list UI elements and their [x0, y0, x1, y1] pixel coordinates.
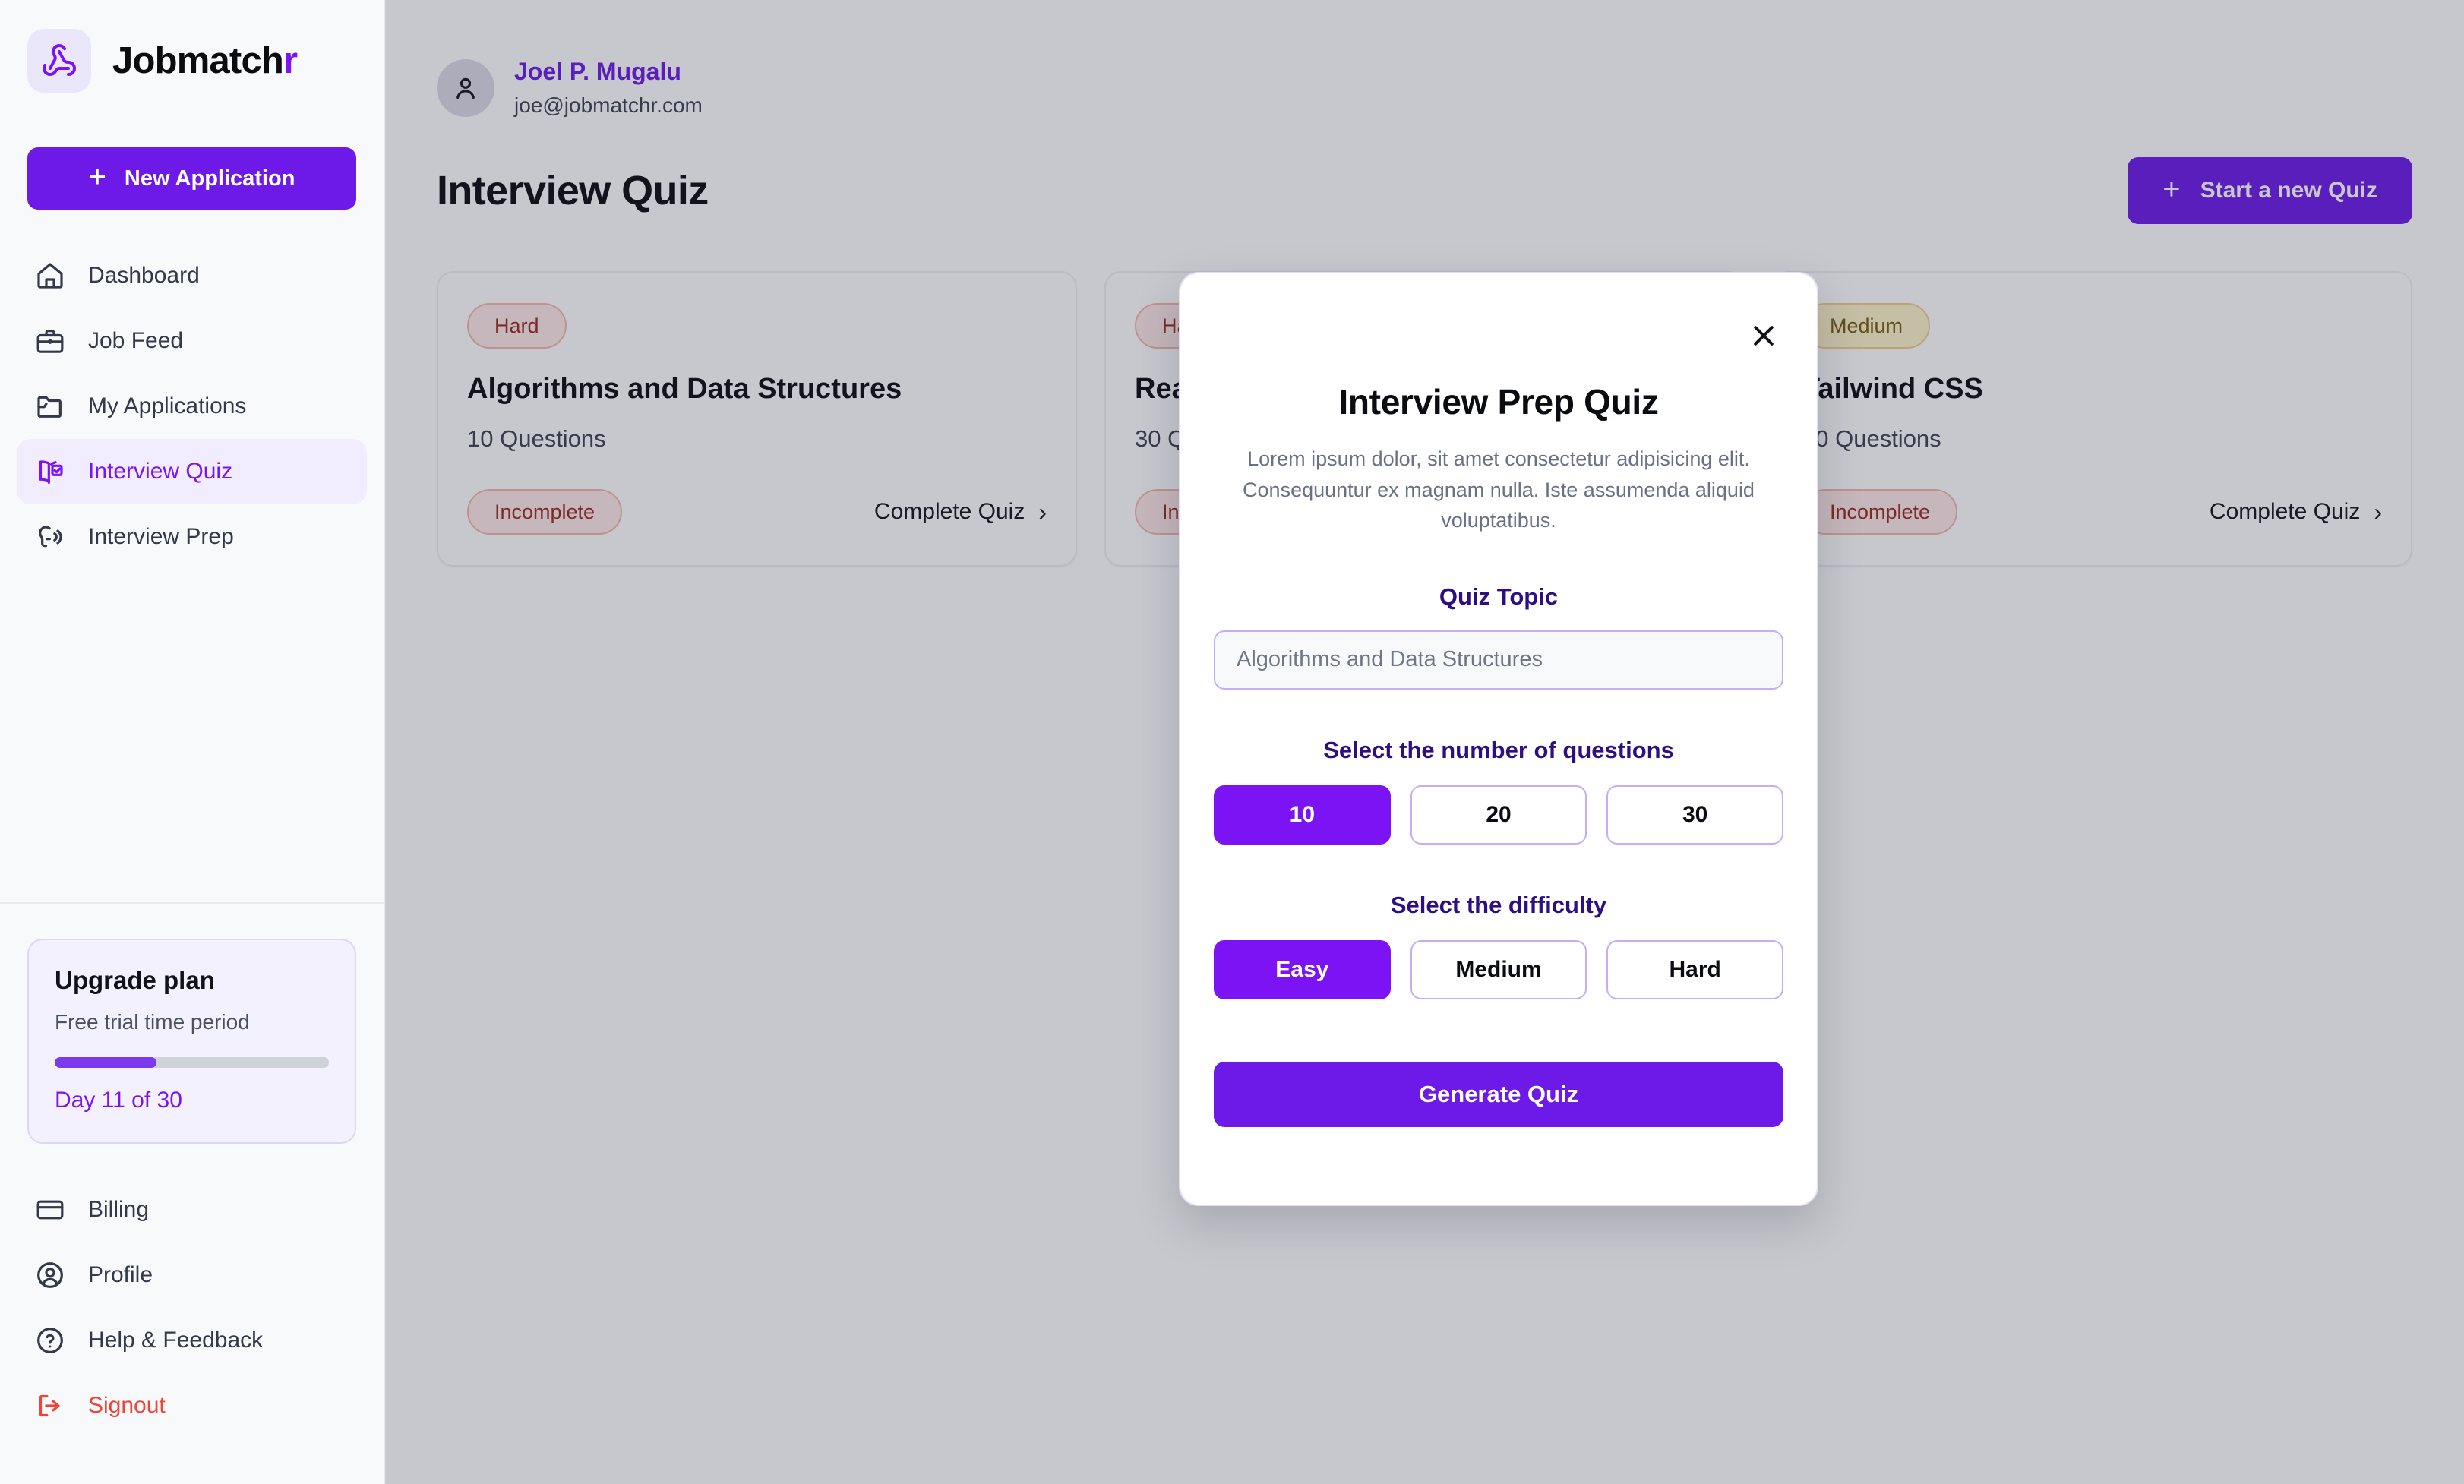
new-application-label: New Application [124, 166, 295, 191]
sidebar-item-my-applications[interactable]: My Applications [17, 374, 367, 439]
question-circle-icon [33, 1324, 67, 1357]
trial-progress-fill [55, 1057, 156, 1068]
upgrade-plan-title: Upgrade plan [55, 966, 215, 994]
brand-name: Jobmatchr [112, 39, 298, 82]
logout-icon [33, 1389, 67, 1422]
book-check-icon [33, 455, 67, 488]
close-icon[interactable] [1745, 317, 1782, 354]
quiz-topic-input[interactable] [1214, 630, 1783, 690]
difficulty-label: Select the difficulty [1390, 891, 1607, 918]
difficulty-option-easy[interactable]: Easy [1214, 939, 1391, 999]
difficulty-option-medium[interactable]: Medium [1410, 939, 1587, 999]
primary-nav: Dashboard Job Feed My Applications Inter… [0, 243, 384, 570]
sidebar-item-label: Signout [88, 1393, 166, 1418]
question-count-label: Select the number of questions [1323, 736, 1674, 763]
sidebar-item-label: Interview Quiz [88, 459, 233, 484]
speech-listen-icon [33, 520, 67, 554]
brand-name-main: Jobmatch [112, 40, 284, 81]
folder-open-icon [33, 390, 67, 423]
difficulty-option-hard[interactable]: Hard [1606, 939, 1784, 999]
trial-progress-bar [55, 1057, 329, 1068]
sidebar-item-profile[interactable]: Profile [17, 1242, 367, 1308]
quiz-topic-label: Quiz Topic [1439, 583, 1559, 610]
sidebar-item-billing[interactable]: Billing [17, 1177, 367, 1242]
sidebar-item-label: Help & Feedback [88, 1328, 264, 1353]
trial-day-label: Day 11 of 30 [55, 1088, 182, 1113]
sidebar-item-label: Profile [88, 1262, 153, 1287]
brand-name-accent: r [283, 40, 298, 81]
question-count-options: 10 20 30 [1214, 785, 1784, 845]
interview-prep-quiz-modal: Interview Prep Quiz Lorem ipsum dolor, s… [1179, 272, 1818, 1206]
briefcase-icon [33, 324, 67, 358]
sidebar-item-interview-quiz[interactable]: Interview Quiz [17, 439, 367, 504]
sidebar-item-dashboard[interactable]: Dashboard [17, 243, 367, 308]
question-count-option-20[interactable]: 20 [1410, 785, 1587, 845]
credit-card-icon [33, 1193, 67, 1227]
sidebar: Jobmatchr + New Application Dashboard Jo… [0, 0, 385, 1484]
sidebar-item-label: Dashboard [88, 263, 200, 288]
brand: Jobmatchr [0, 0, 384, 93]
user-circle-icon [33, 1258, 67, 1292]
secondary-nav: Billing Profile Help & Feedback Signout [0, 1177, 384, 1484]
upgrade-plan-card[interactable]: Upgrade plan Free trial time period Day … [27, 939, 356, 1144]
sidebar-item-signout[interactable]: Signout [17, 1373, 367, 1438]
question-count-option-10[interactable]: 10 [1214, 785, 1391, 845]
new-application-button[interactable]: + New Application [27, 147, 356, 210]
difficulty-options: Easy Medium Hard [1214, 939, 1784, 999]
sidebar-item-help-feedback[interactable]: Help & Feedback [17, 1308, 367, 1373]
generate-quiz-button[interactable]: Generate Quiz [1214, 1061, 1783, 1127]
sidebar-item-label: My Applications [88, 393, 247, 418]
sidebar-item-job-feed[interactable]: Job Feed [17, 308, 367, 374]
modal-description: Lorem ipsum dolor, sit amet consectetur … [1243, 447, 1755, 532]
question-count-option-30[interactable]: 30 [1606, 785, 1784, 845]
upgrade-plan-subtitle: Free trial time period [55, 1010, 250, 1034]
modal-title: Interview Prep Quiz [1338, 382, 1659, 422]
home-icon [33, 259, 67, 292]
sidebar-divider [0, 902, 384, 904]
sidebar-item-label: Billing [88, 1197, 150, 1222]
webhook-icon [27, 29, 91, 93]
sidebar-item-label: Job Feed [88, 328, 184, 353]
app-root: Jobmatchr + New Application Dashboard Jo… [0, 0, 2464, 1484]
sidebar-item-interview-prep[interactable]: Interview Prep [17, 504, 367, 570]
plus-icon: + [88, 160, 106, 194]
sidebar-item-label: Interview Prep [88, 524, 234, 549]
